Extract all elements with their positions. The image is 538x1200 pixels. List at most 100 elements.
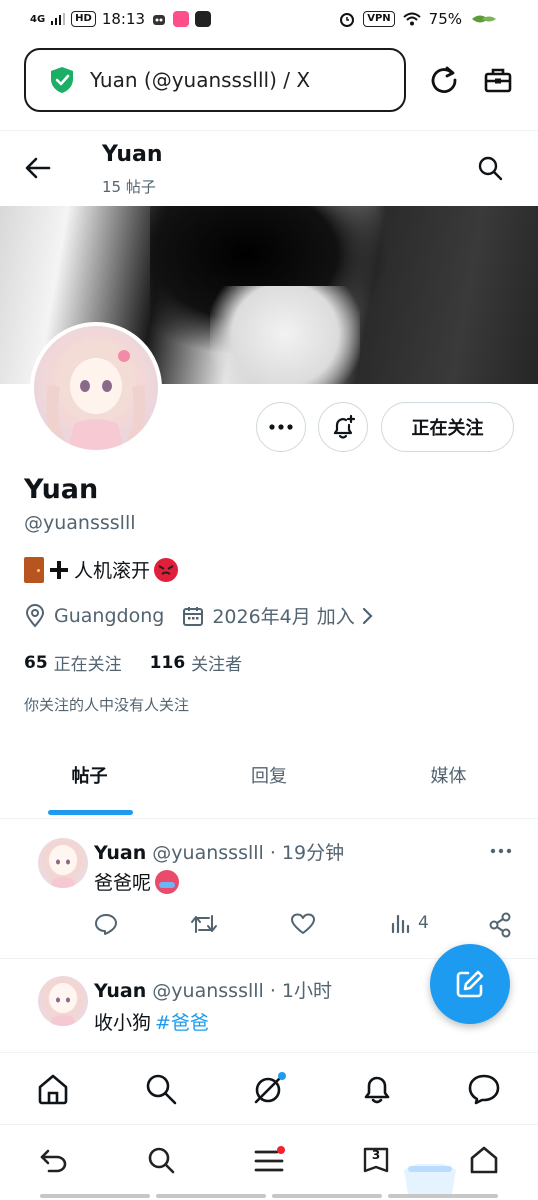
battery-leaf-icon bbox=[470, 12, 498, 26]
tweet-time[interactable]: · 1小时 bbox=[264, 980, 332, 1002]
browser-menu-button[interactable] bbox=[251, 1142, 287, 1178]
lolo-app-icon bbox=[173, 11, 190, 27]
floating-assistant-icon[interactable] bbox=[398, 1164, 462, 1194]
divider bbox=[0, 818, 538, 819]
tweet-author-handle[interactable]: @yuanssslll bbox=[152, 980, 264, 1002]
browser-back-button[interactable] bbox=[36, 1142, 72, 1178]
more-dots-icon bbox=[490, 848, 512, 854]
tweet-more-button[interactable] bbox=[484, 838, 518, 864]
profile-avatar[interactable] bbox=[30, 322, 162, 454]
share-button[interactable] bbox=[488, 912, 512, 938]
tab-media[interactable]: 媒体 bbox=[359, 762, 538, 818]
angry-face-emoji-icon bbox=[154, 557, 179, 582]
alarm-icon bbox=[339, 11, 355, 27]
share-icon bbox=[489, 912, 511, 938]
banner-face-shape bbox=[210, 286, 360, 384]
search-button[interactable] bbox=[472, 150, 508, 186]
gesture-segment bbox=[272, 1194, 382, 1198]
tweet-author-name[interactable]: Yuan bbox=[94, 842, 146, 864]
tweet-body: 爸爸呢 bbox=[94, 868, 180, 895]
nav-explore[interactable] bbox=[142, 1070, 180, 1108]
tweet-hashtag[interactable]: #爸爸 bbox=[155, 1008, 209, 1035]
menu-icon bbox=[254, 1146, 285, 1172]
profile-handle: @yuanssslll bbox=[24, 512, 136, 534]
gesture-indicator bbox=[0, 1194, 538, 1198]
notifications-subscribe-button[interactable] bbox=[318, 402, 368, 452]
toolbox-button[interactable] bbox=[476, 58, 520, 102]
nav-grok[interactable] bbox=[250, 1070, 288, 1108]
reply-button[interactable] bbox=[94, 912, 118, 936]
browser-search-button[interactable] bbox=[143, 1142, 179, 1178]
tweet-avatar[interactable] bbox=[38, 976, 88, 1026]
tweet-author-handle[interactable]: @yuanssslll bbox=[152, 842, 264, 864]
tweet-header: Yuan @yuanssslll · 1小时 bbox=[94, 976, 332, 1003]
robot-app-icon bbox=[151, 11, 167, 27]
chat-bubble-icon bbox=[468, 1074, 500, 1105]
followers-count[interactable]: 116 bbox=[150, 653, 186, 673]
analytics-bars-icon bbox=[391, 914, 410, 934]
door-emoji-icon bbox=[24, 556, 44, 583]
anime-girl-avatar-image bbox=[46, 339, 146, 450]
tweet-text: 收小狗 bbox=[94, 1012, 152, 1034]
tweet-time[interactable]: · 19分钟 bbox=[264, 842, 344, 864]
divider bbox=[0, 130, 538, 131]
search-icon bbox=[146, 1074, 177, 1105]
signal-icon bbox=[51, 13, 66, 25]
active-tab-indicator bbox=[48, 810, 133, 815]
vpn-badge: VPN bbox=[363, 11, 395, 27]
profile-bio: 人机滚开 bbox=[24, 556, 179, 583]
browser-home-button[interactable] bbox=[466, 1142, 502, 1178]
repost-button[interactable] bbox=[190, 912, 218, 936]
compose-pencil-icon bbox=[456, 970, 484, 998]
tweet-avatar[interactable] bbox=[38, 838, 88, 888]
bell-icon bbox=[364, 1076, 390, 1104]
status-time: 18:13 bbox=[101, 10, 146, 28]
back-arrow-icon bbox=[25, 157, 51, 179]
nav-messages[interactable] bbox=[465, 1070, 503, 1108]
address-bar[interactable]: Yuan (@yuanssslll) / X bbox=[24, 48, 406, 112]
grok-icon bbox=[254, 1072, 286, 1104]
nav-home[interactable] bbox=[34, 1070, 72, 1108]
compose-post-button[interactable] bbox=[430, 944, 510, 1024]
plus-emoji-icon bbox=[48, 559, 70, 581]
tweet-body: 收小狗 #爸爸 bbox=[94, 1008, 209, 1035]
more-options-button[interactable] bbox=[256, 402, 306, 452]
profile-location: Guangdong bbox=[54, 604, 165, 627]
chevron-right-icon[interactable] bbox=[361, 607, 373, 625]
profile-name: Yuan bbox=[24, 474, 99, 505]
views-count: 4 bbox=[418, 913, 429, 933]
nav-notifications[interactable] bbox=[358, 1070, 396, 1108]
location-pin-icon bbox=[24, 603, 46, 628]
bell-plus-icon bbox=[333, 414, 356, 439]
status-bar: 4G HD 18:13 VPN 75% bbox=[0, 0, 538, 40]
tweet-header: Yuan @yuanssslll · 19分钟 bbox=[94, 838, 344, 865]
calendar-icon bbox=[182, 605, 204, 627]
reply-icon bbox=[95, 914, 117, 935]
followers-label[interactable]: 关注者 bbox=[191, 650, 242, 675]
profile-meta: Guangdong 2026年4月 加入 bbox=[24, 602, 373, 629]
following-button[interactable]: 正在关注 bbox=[381, 402, 514, 452]
bio-text: 人机滚开 bbox=[74, 560, 151, 582]
following-count[interactable]: 65 bbox=[24, 653, 48, 673]
home-icon bbox=[470, 1146, 498, 1174]
tweet-text: 爸爸呢 bbox=[94, 872, 152, 894]
like-button[interactable] bbox=[290, 912, 316, 936]
tab-replies[interactable]: 回复 bbox=[179, 762, 359, 818]
repost-icon bbox=[191, 915, 217, 933]
reload-icon bbox=[431, 66, 457, 93]
profile-join-date[interactable]: 2026年4月 加入 bbox=[212, 602, 354, 629]
back-button[interactable] bbox=[20, 148, 56, 188]
toolbox-icon bbox=[484, 68, 512, 93]
following-label[interactable]: 正在关注 bbox=[54, 650, 122, 675]
header-title: Yuan bbox=[102, 142, 163, 167]
battery-level: 75% bbox=[428, 10, 462, 28]
tweet-author-name[interactable]: Yuan bbox=[94, 980, 146, 1002]
browser-tabs-button[interactable]: 3 bbox=[358, 1142, 394, 1178]
wifi-icon bbox=[402, 12, 421, 26]
search-icon bbox=[478, 156, 503, 181]
gesture-segment bbox=[388, 1194, 498, 1198]
reload-button[interactable] bbox=[422, 58, 466, 102]
views-button[interactable]: 4 bbox=[390, 912, 429, 934]
secure-shield-icon bbox=[48, 66, 76, 94]
heart-icon bbox=[291, 913, 315, 934]
